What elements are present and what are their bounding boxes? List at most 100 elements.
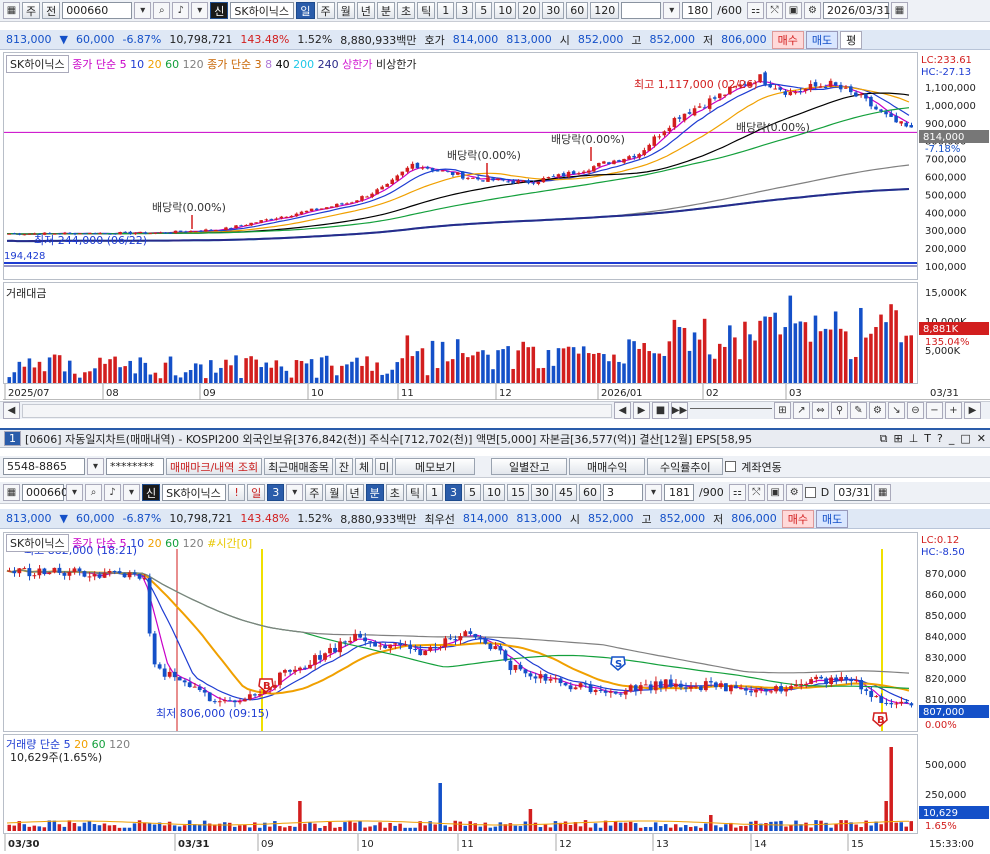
grid-icon[interactable]: ⚏ xyxy=(746,2,764,19)
zoom-icon[interactable]: ⊞ xyxy=(774,402,791,419)
unfilled-button[interactable]: 미 xyxy=(375,458,394,475)
period-week[interactable]: 주 xyxy=(316,2,335,19)
draw-icon[interactable]: ↗ xyxy=(793,402,810,419)
restore-icon[interactable]: ⧉ xyxy=(880,432,888,446)
interval-3[interactable]: 3 xyxy=(445,484,462,501)
search-icon[interactable]: ⌕ xyxy=(153,2,171,19)
recent-trades-button[interactable]: 최근매매종목 xyxy=(264,458,333,475)
period-minute[interactable]: 분 xyxy=(365,484,384,501)
count-input[interactable]: 180 xyxy=(682,2,713,19)
close-icon[interactable]: ✕ xyxy=(977,432,986,446)
period-day[interactable]: 일 xyxy=(296,2,315,19)
help-icon[interactable]: ? xyxy=(937,432,943,446)
period-day[interactable]: 일 xyxy=(247,484,266,501)
scroll-left-icon[interactable]: ◀ xyxy=(3,402,20,419)
dropdown-icon[interactable]: ▾ xyxy=(663,2,681,19)
plus-icon[interactable]: + xyxy=(945,402,962,419)
interval-30[interactable]: 30 xyxy=(531,484,553,501)
minus-icon[interactable]: − xyxy=(926,402,943,419)
bottom-window-title[interactable]: 1 [0606] 자동일지차트(매매내역) - KOSPI200 외국인보유[3… xyxy=(0,428,990,448)
trend-icon[interactable]: ↘ xyxy=(888,402,905,419)
bottom-code-input[interactable]: 000660 xyxy=(22,484,68,501)
font-icon[interactable]: T xyxy=(924,432,931,446)
sell-button[interactable]: 매도 xyxy=(816,509,849,528)
interval-3[interactable]: 3 xyxy=(456,2,474,19)
trade-profit-button[interactable]: 매매수익 xyxy=(569,458,646,475)
alert-button[interactable]: ! xyxy=(228,484,246,501)
period-second[interactable]: 초 xyxy=(397,2,416,19)
tools-icon[interactable]: ✎ xyxy=(850,402,867,419)
calendar-icon[interactable]: ▦ xyxy=(890,2,908,19)
tile-icon[interactable]: ⊞ xyxy=(893,432,902,446)
top-price-pane[interactable]: 최고 1,117,000 (02/26) 최저 244,000 (06/22) 19… xyxy=(3,52,918,280)
setting-icon[interactable]: ⚙ xyxy=(869,402,886,419)
pin-icon[interactable]: ⊥ xyxy=(909,432,919,446)
bottom-count-input[interactable]: 181 xyxy=(664,484,694,501)
sell-button[interactable]: 매도 xyxy=(805,30,839,49)
dropdown-icon[interactable]: ▾ xyxy=(66,484,83,501)
indicator-icon[interactable]: ⚲ xyxy=(831,402,848,419)
period-month[interactable]: 월 xyxy=(336,2,355,19)
bottom-volume-pane[interactable]: 거래량 단순 5 20 60 120 10,629주(1.65%) xyxy=(3,734,918,834)
period-year[interactable]: 년 xyxy=(356,2,375,19)
buy-button[interactable]: 매수 xyxy=(781,509,815,528)
interval-120[interactable]: 120 xyxy=(590,2,620,19)
save-icon[interactable]: ▣ xyxy=(784,2,802,19)
search-icon[interactable]: ⌕ xyxy=(85,484,102,501)
d-checkbox[interactable] xyxy=(804,487,816,498)
prev-button[interactable]: 전 xyxy=(42,2,61,19)
dropdown-icon[interactable]: ▾ xyxy=(286,484,304,501)
interval-60[interactable]: 60 xyxy=(566,2,589,19)
memo-button[interactable]: 메모보기 xyxy=(395,458,476,475)
top-scrollbar[interactable]: ◀ ◀ ▶ ■ ▶▶ ⊞ ↗ ⇔ ⚲ ✎ ⚙ ↘ ⊖ − + ▶ xyxy=(0,401,990,419)
trade-mark-button[interactable]: 매매마크/내역 조회 xyxy=(166,458,263,475)
day-unit[interactable]: 3 xyxy=(267,484,285,501)
step-back-icon[interactable]: ◀ xyxy=(614,402,631,419)
interval-5[interactable]: 5 xyxy=(464,484,481,501)
period-tick[interactable]: 틱 xyxy=(417,2,436,19)
daily-balance-button[interactable]: 일별잔고 xyxy=(491,458,568,475)
speaker-icon[interactable]: ♪ xyxy=(104,484,121,501)
bottom-date-input[interactable]: 03/31 xyxy=(834,484,873,501)
maximize-icon[interactable]: □ xyxy=(960,432,970,446)
period-week[interactable]: 주 xyxy=(305,484,324,501)
play-icon[interactable]: ▶ xyxy=(633,402,650,419)
interval-5[interactable]: 5 xyxy=(475,2,493,19)
return-trend-button[interactable]: 수익률추이 xyxy=(647,458,724,475)
interval-30[interactable]: 30 xyxy=(542,2,565,19)
period-select[interactable]: 주 xyxy=(22,2,41,19)
account-link-checkbox[interactable] xyxy=(725,461,737,472)
balance-button[interactable]: 잔 xyxy=(334,458,354,475)
minimize-icon[interactable]: _ xyxy=(949,432,955,446)
fast-forward-icon[interactable]: ▶▶ xyxy=(671,402,688,419)
save-icon[interactable]: ▣ xyxy=(766,484,784,501)
chart-icon[interactable]: ▦ xyxy=(3,484,20,501)
dropdown-icon[interactable]: ▾ xyxy=(645,484,662,501)
bottom-price-pane[interactable]: 최고 882,000 (18:21) 최저 806,000 (09:15) B S B … xyxy=(3,532,918,732)
scroll-right-icon[interactable]: ▶ xyxy=(964,402,981,419)
interval-10[interactable]: 10 xyxy=(494,2,517,19)
interval-20[interactable]: 20 xyxy=(518,2,541,19)
top-volume-pane[interactable]: 거래대금 xyxy=(3,282,918,384)
eval-button[interactable]: 평 xyxy=(840,30,863,49)
gear-icon[interactable]: ⚙ xyxy=(785,484,803,501)
password-input[interactable]: ******** xyxy=(106,458,164,475)
interval-60[interactable]: 60 xyxy=(579,484,601,501)
unit-input[interactable]: 3 xyxy=(603,484,643,501)
bottom-stock-name[interactable]: SK하이닉스 xyxy=(162,484,227,501)
period-second[interactable]: 초 xyxy=(385,484,404,501)
speaker-icon[interactable]: ♪ xyxy=(172,2,190,19)
code-input[interactable]: 000660 xyxy=(62,2,133,19)
chart-icon[interactable]: ▦ xyxy=(3,2,20,19)
compare-icon[interactable]: ⤲ xyxy=(747,484,765,501)
buy-button[interactable]: 매수 xyxy=(771,30,804,49)
stock-name[interactable]: SK하이닉스 xyxy=(230,2,295,19)
period-tick[interactable]: 틱 xyxy=(405,484,424,501)
account-dropdown-icon[interactable]: ▾ xyxy=(87,458,104,475)
custom-interval-input[interactable] xyxy=(621,2,662,19)
filled-button[interactable]: 체 xyxy=(355,458,374,475)
stop-icon[interactable]: ■ xyxy=(652,402,669,419)
zoom-out-icon[interactable]: ⊖ xyxy=(907,402,924,419)
period-minute[interactable]: 분 xyxy=(376,2,395,19)
fit-icon[interactable]: ⇔ xyxy=(812,402,829,419)
